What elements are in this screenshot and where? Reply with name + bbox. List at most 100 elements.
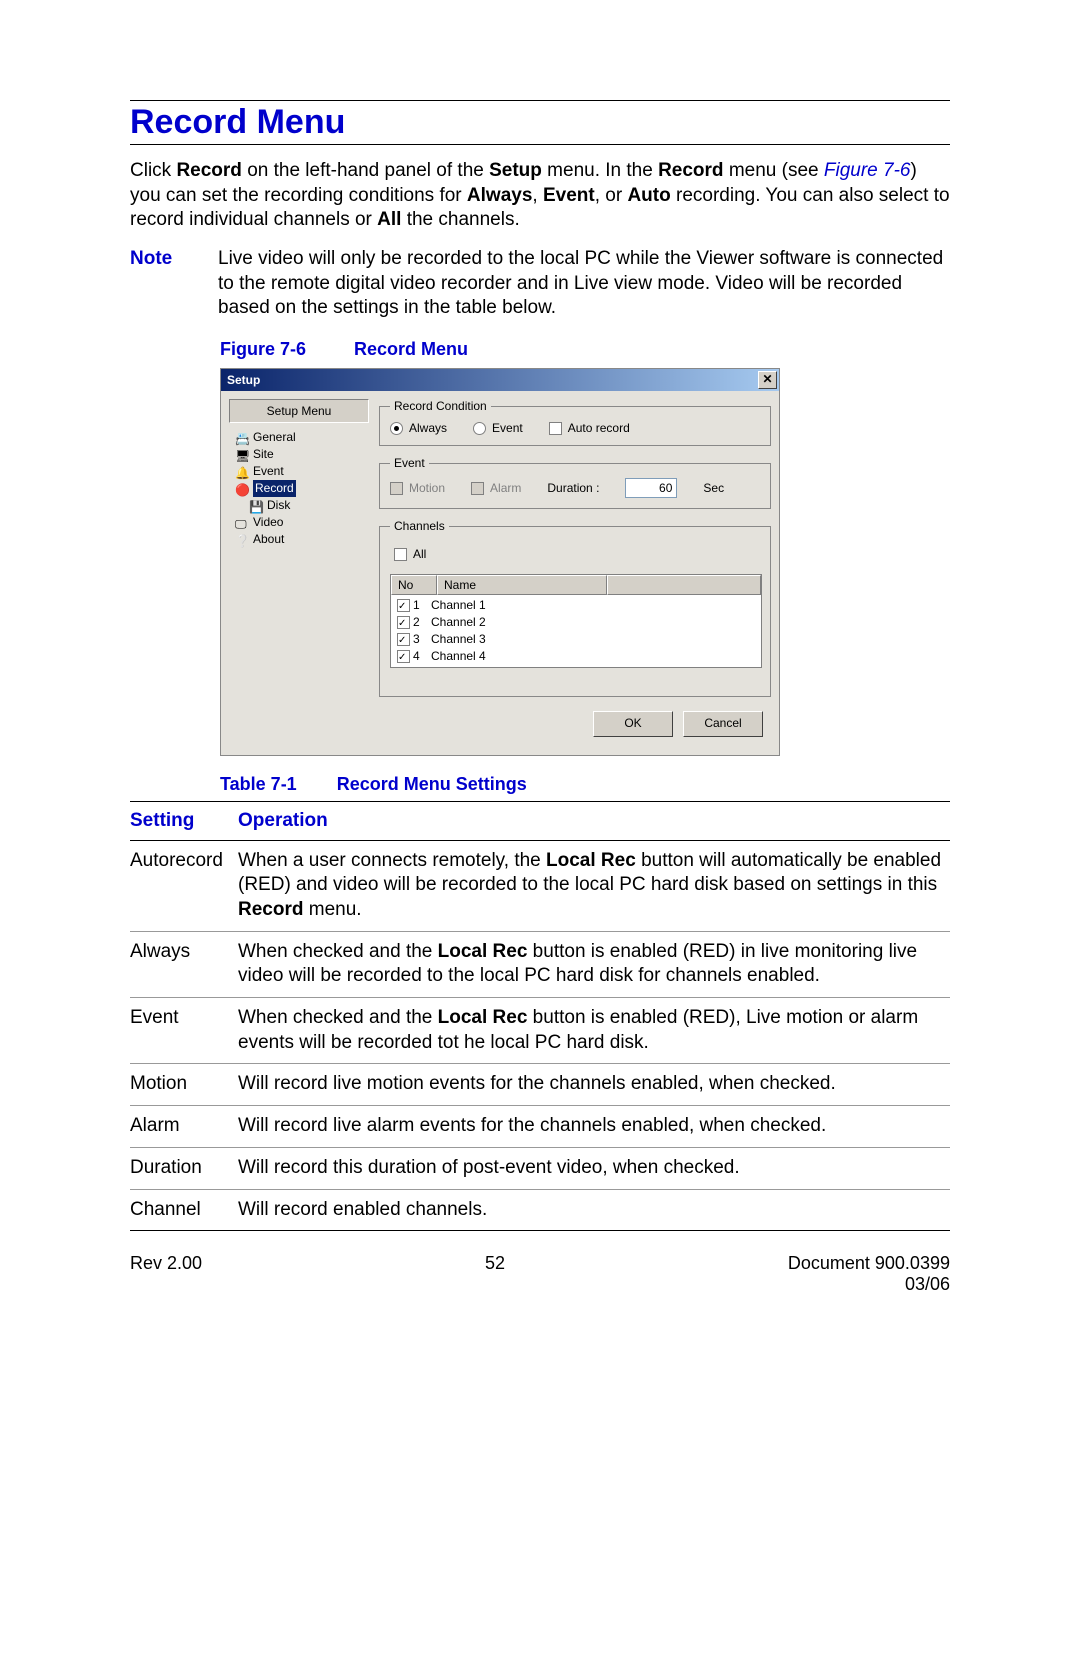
tree-item-about[interactable]: ❔About	[235, 531, 369, 548]
tree-item-video[interactable]: 🖵Video	[235, 514, 369, 531]
bold: Auto	[627, 185, 670, 206]
video-icon: 🖵	[235, 516, 249, 530]
disk-icon: 💾	[249, 499, 263, 513]
table-row: Duration Will record this duration of po…	[130, 1148, 950, 1190]
table-header-row: No Name	[391, 575, 761, 595]
checkbox-icon	[549, 422, 562, 435]
tree-item-general[interactable]: 📇General	[235, 429, 369, 446]
checkbox-icon	[394, 548, 407, 561]
table-row[interactable]: 4Channel 4	[391, 648, 761, 665]
tree-item-event[interactable]: 🔔Event	[235, 463, 369, 480]
text: Click	[130, 160, 176, 181]
table-row[interactable]: 1Channel 1	[391, 597, 761, 614]
radio-always[interactable]: Always	[390, 421, 447, 435]
col-header-no[interactable]: No	[391, 575, 437, 595]
close-button[interactable]: ✕	[758, 371, 777, 389]
text: menu. In the	[542, 160, 658, 181]
rule-top	[130, 100, 950, 101]
table-title: Record Menu Settings	[337, 774, 527, 794]
text: the channels.	[401, 209, 519, 230]
figure-title: Record Menu	[354, 339, 468, 359]
checkbox-icon[interactable]	[397, 650, 410, 663]
table-row: Always When checked and the Local Rec bu…	[130, 932, 950, 998]
bold: Record	[176, 160, 241, 181]
cell-setting: Event	[130, 1006, 238, 1055]
page-title: Record Menu	[130, 103, 950, 142]
dialog-button-row: OK Cancel	[379, 707, 771, 747]
checkbox-autorecord[interactable]: Auto record	[549, 421, 630, 435]
note-block: Note Live video will only be recorded to…	[130, 247, 950, 321]
text: on the left-hand panel of the	[242, 160, 489, 181]
checkbox-motion[interactable]: Motion	[390, 481, 445, 495]
nav-tree: 📇General 🖥Site 🔔Event 🔴Record 💾Disk 🖵Vid…	[229, 429, 369, 548]
duration-unit: Sec	[703, 481, 724, 495]
sidebar: Setup Menu 📇General 🖥Site 🔔Event 🔴Record…	[229, 399, 369, 747]
cell-setting: Duration	[130, 1156, 238, 1181]
event-group: Event Motion Alarm Duration : 60 Sec	[379, 456, 771, 509]
bell-icon: 🔔	[235, 465, 249, 479]
ok-button[interactable]: OK	[593, 711, 673, 737]
monitor-icon: 🖥	[235, 448, 249, 462]
footer-rev: Rev 2.00	[130, 1253, 202, 1295]
cell-setting: Autorecord	[130, 849, 238, 923]
col-header-blank[interactable]	[607, 575, 761, 595]
record-condition-group: Record Condition Always Event Auto recor…	[379, 399, 771, 446]
checkbox-icon[interactable]	[397, 616, 410, 629]
cell-operation: When a user connects remotely, the Local…	[238, 849, 950, 923]
table-row: Alarm Will record live alarm events for …	[130, 1106, 950, 1148]
figure-caption: Figure 7-6Record Menu	[220, 339, 950, 360]
figure-ref-link[interactable]: Figure 7-6	[824, 160, 911, 181]
table-body: 1Channel 1 2Channel 2 3Channel 3 4Channe…	[391, 595, 761, 667]
text: menu (see	[724, 160, 824, 181]
checkbox-all-channels[interactable]: All	[394, 547, 426, 561]
rule-under-title	[130, 144, 950, 145]
text: ,	[532, 185, 543, 206]
page-footer: Rev 2.00 52 Document 900.0399 03/06	[130, 1253, 950, 1295]
col-header-name[interactable]: Name	[437, 575, 607, 595]
table-row: Autorecord When a user connects remotely…	[130, 841, 950, 932]
record-icon: 🔴	[235, 482, 249, 496]
footer-page: 52	[485, 1253, 505, 1295]
bold: Setup	[489, 160, 542, 181]
table-row[interactable]: 3Channel 3	[391, 631, 761, 648]
settings-pane: Record Condition Always Event Auto recor…	[379, 399, 771, 747]
channels-group: Channels All No Name 1Channel 1 2Channel…	[379, 519, 771, 697]
cell-operation: Will record live motion events for the c…	[238, 1072, 950, 1097]
checkbox-icon[interactable]	[397, 633, 410, 646]
checkbox-icon[interactable]	[397, 599, 410, 612]
tree-item-site[interactable]: 🖥Site	[235, 446, 369, 463]
bold: Event	[543, 185, 595, 206]
radio-event[interactable]: Event	[473, 421, 523, 435]
duration-label: Duration :	[547, 481, 599, 495]
checkbox-alarm[interactable]: Alarm	[471, 481, 521, 495]
dialog-title: Setup	[227, 373, 260, 387]
cell-operation: Will record this duration of post-event …	[238, 1156, 950, 1181]
table-row: Channel Will record enabled channels.	[130, 1190, 950, 1232]
radio-icon	[390, 422, 403, 435]
table-header-row: Setting Operation	[130, 802, 950, 841]
cell-operation: Will record enabled channels.	[238, 1198, 950, 1223]
cancel-button[interactable]: Cancel	[683, 711, 763, 737]
cell-operation: Will record live alarm events for the ch…	[238, 1114, 950, 1139]
cell-operation: When checked and the Local Rec button is…	[238, 1006, 950, 1055]
table-row: Event When checked and the Local Rec but…	[130, 998, 950, 1064]
bold: Always	[467, 185, 532, 206]
bold: All	[377, 209, 401, 230]
tree-item-record[interactable]: 🔴Record	[235, 480, 369, 497]
dialog-titlebar[interactable]: Setup ✕	[221, 369, 779, 391]
checkbox-icon	[471, 482, 484, 495]
cell-operation: When checked and the Local Rec button is…	[238, 940, 950, 989]
table-row[interactable]: 2Channel 2	[391, 614, 761, 631]
footer-doc: Document 900.0399 03/06	[788, 1253, 950, 1295]
cell-setting: Alarm	[130, 1114, 238, 1139]
page-icon: 📇	[235, 431, 249, 445]
cell-setting: Motion	[130, 1072, 238, 1097]
group-label: Channels	[390, 519, 449, 533]
intro-paragraph: Click Record on the left-hand panel of t…	[130, 159, 950, 233]
bold: Record	[658, 160, 723, 181]
table-number: Table 7-1	[220, 774, 297, 794]
duration-input[interactable]: 60	[625, 478, 677, 498]
cell-setting: Channel	[130, 1198, 238, 1223]
tree-item-disk[interactable]: 💾Disk	[235, 497, 369, 514]
text: , or	[595, 185, 628, 206]
